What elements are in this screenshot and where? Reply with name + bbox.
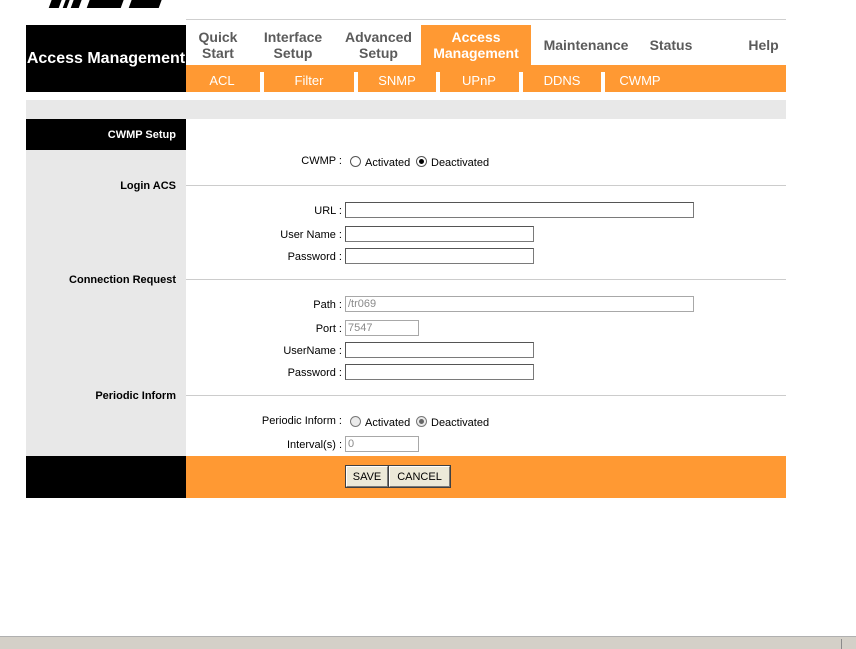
interval-input <box>345 436 419 452</box>
subnav-filter[interactable]: Filter <box>264 65 354 92</box>
path-input <box>345 296 694 312</box>
acs-password-label: Password : <box>287 251 342 263</box>
subnav-ddns[interactable]: DDNS <box>523 65 601 92</box>
acs-url-input[interactable] <box>345 202 694 218</box>
url-label: URL : <box>314 205 342 217</box>
acs-username-label: User Name : <box>280 229 342 241</box>
section-divider <box>186 185 786 186</box>
section-title: Access Management <box>26 25 186 92</box>
cr-username-input[interactable] <box>345 342 534 358</box>
save-button[interactable]: SAVE <box>345 465 389 488</box>
periodic-activated-text: Activated <box>365 417 411 429</box>
cwmp-deactivated-radio[interactable] <box>416 156 427 167</box>
spacer-band <box>26 100 786 119</box>
nav-advanced-setup[interactable]: Advanced Setup <box>336 25 421 65</box>
nav-quick-start[interactable]: Quick Start <box>186 25 250 65</box>
acs-password-input[interactable] <box>345 248 534 264</box>
cr-username-label: UserName : <box>283 345 342 357</box>
port-input <box>345 320 419 336</box>
port-label: Port : <box>315 323 342 335</box>
cr-password-label: Password : <box>287 367 342 379</box>
left-label-column <box>26 150 186 456</box>
path-label: Path : <box>313 299 342 311</box>
cwmp-setup-heading: CWMP Setup <box>26 119 186 150</box>
top-divider <box>186 19 786 20</box>
section-divider <box>186 395 786 396</box>
browser-status-bar <box>0 636 856 649</box>
nav-help[interactable]: Help <box>726 25 801 65</box>
cwmp-label: CWMP : <box>301 155 342 167</box>
periodic-deactivated-radio <box>416 416 427 427</box>
nav-maintenance[interactable]: Maintenance <box>531 25 641 65</box>
subnav-snmp[interactable]: SNMP <box>358 65 436 92</box>
login-acs-section-label: Login ACS <box>120 180 176 192</box>
subnav-acl[interactable]: ACL <box>186 65 258 92</box>
sub-nav: ACL Filter SNMP UPnP DDNS CWMP <box>186 65 786 92</box>
section-divider <box>186 279 786 280</box>
subnav-cwmp[interactable]: CWMP <box>605 65 675 92</box>
main-nav: Quick Start Interface Setup Advanced Set… <box>186 25 786 65</box>
cwmp-deactivated-text: Deactivated <box>431 157 490 169</box>
acs-username-input[interactable] <box>345 226 534 242</box>
cancel-button[interactable]: CANCEL <box>388 465 451 488</box>
nav-interface-setup[interactable]: Interface Setup <box>250 25 336 65</box>
nav-access-management[interactable]: Access Management <box>421 25 531 65</box>
periodic-activated-radio <box>350 416 361 427</box>
periodic-deactivated-text: Deactivated <box>431 417 490 429</box>
msi-logo <box>48 0 166 8</box>
nav-status[interactable]: Status <box>641 25 701 65</box>
cwmp-activated-radio[interactable] <box>350 156 361 167</box>
cr-password-input[interactable] <box>345 364 534 380</box>
subnav-upnp[interactable]: UPnP <box>440 65 518 92</box>
footer-left-block <box>26 456 186 498</box>
periodic-inform-label: Periodic Inform : <box>261 415 342 427</box>
connection-request-section-label: Connection Request <box>69 274 176 286</box>
interval-label: Interval(s) : <box>286 439 342 451</box>
button-bar <box>186 456 786 498</box>
cwmp-activated-text: Activated <box>365 157 411 169</box>
periodic-inform-section-label: Periodic Inform <box>95 390 176 402</box>
